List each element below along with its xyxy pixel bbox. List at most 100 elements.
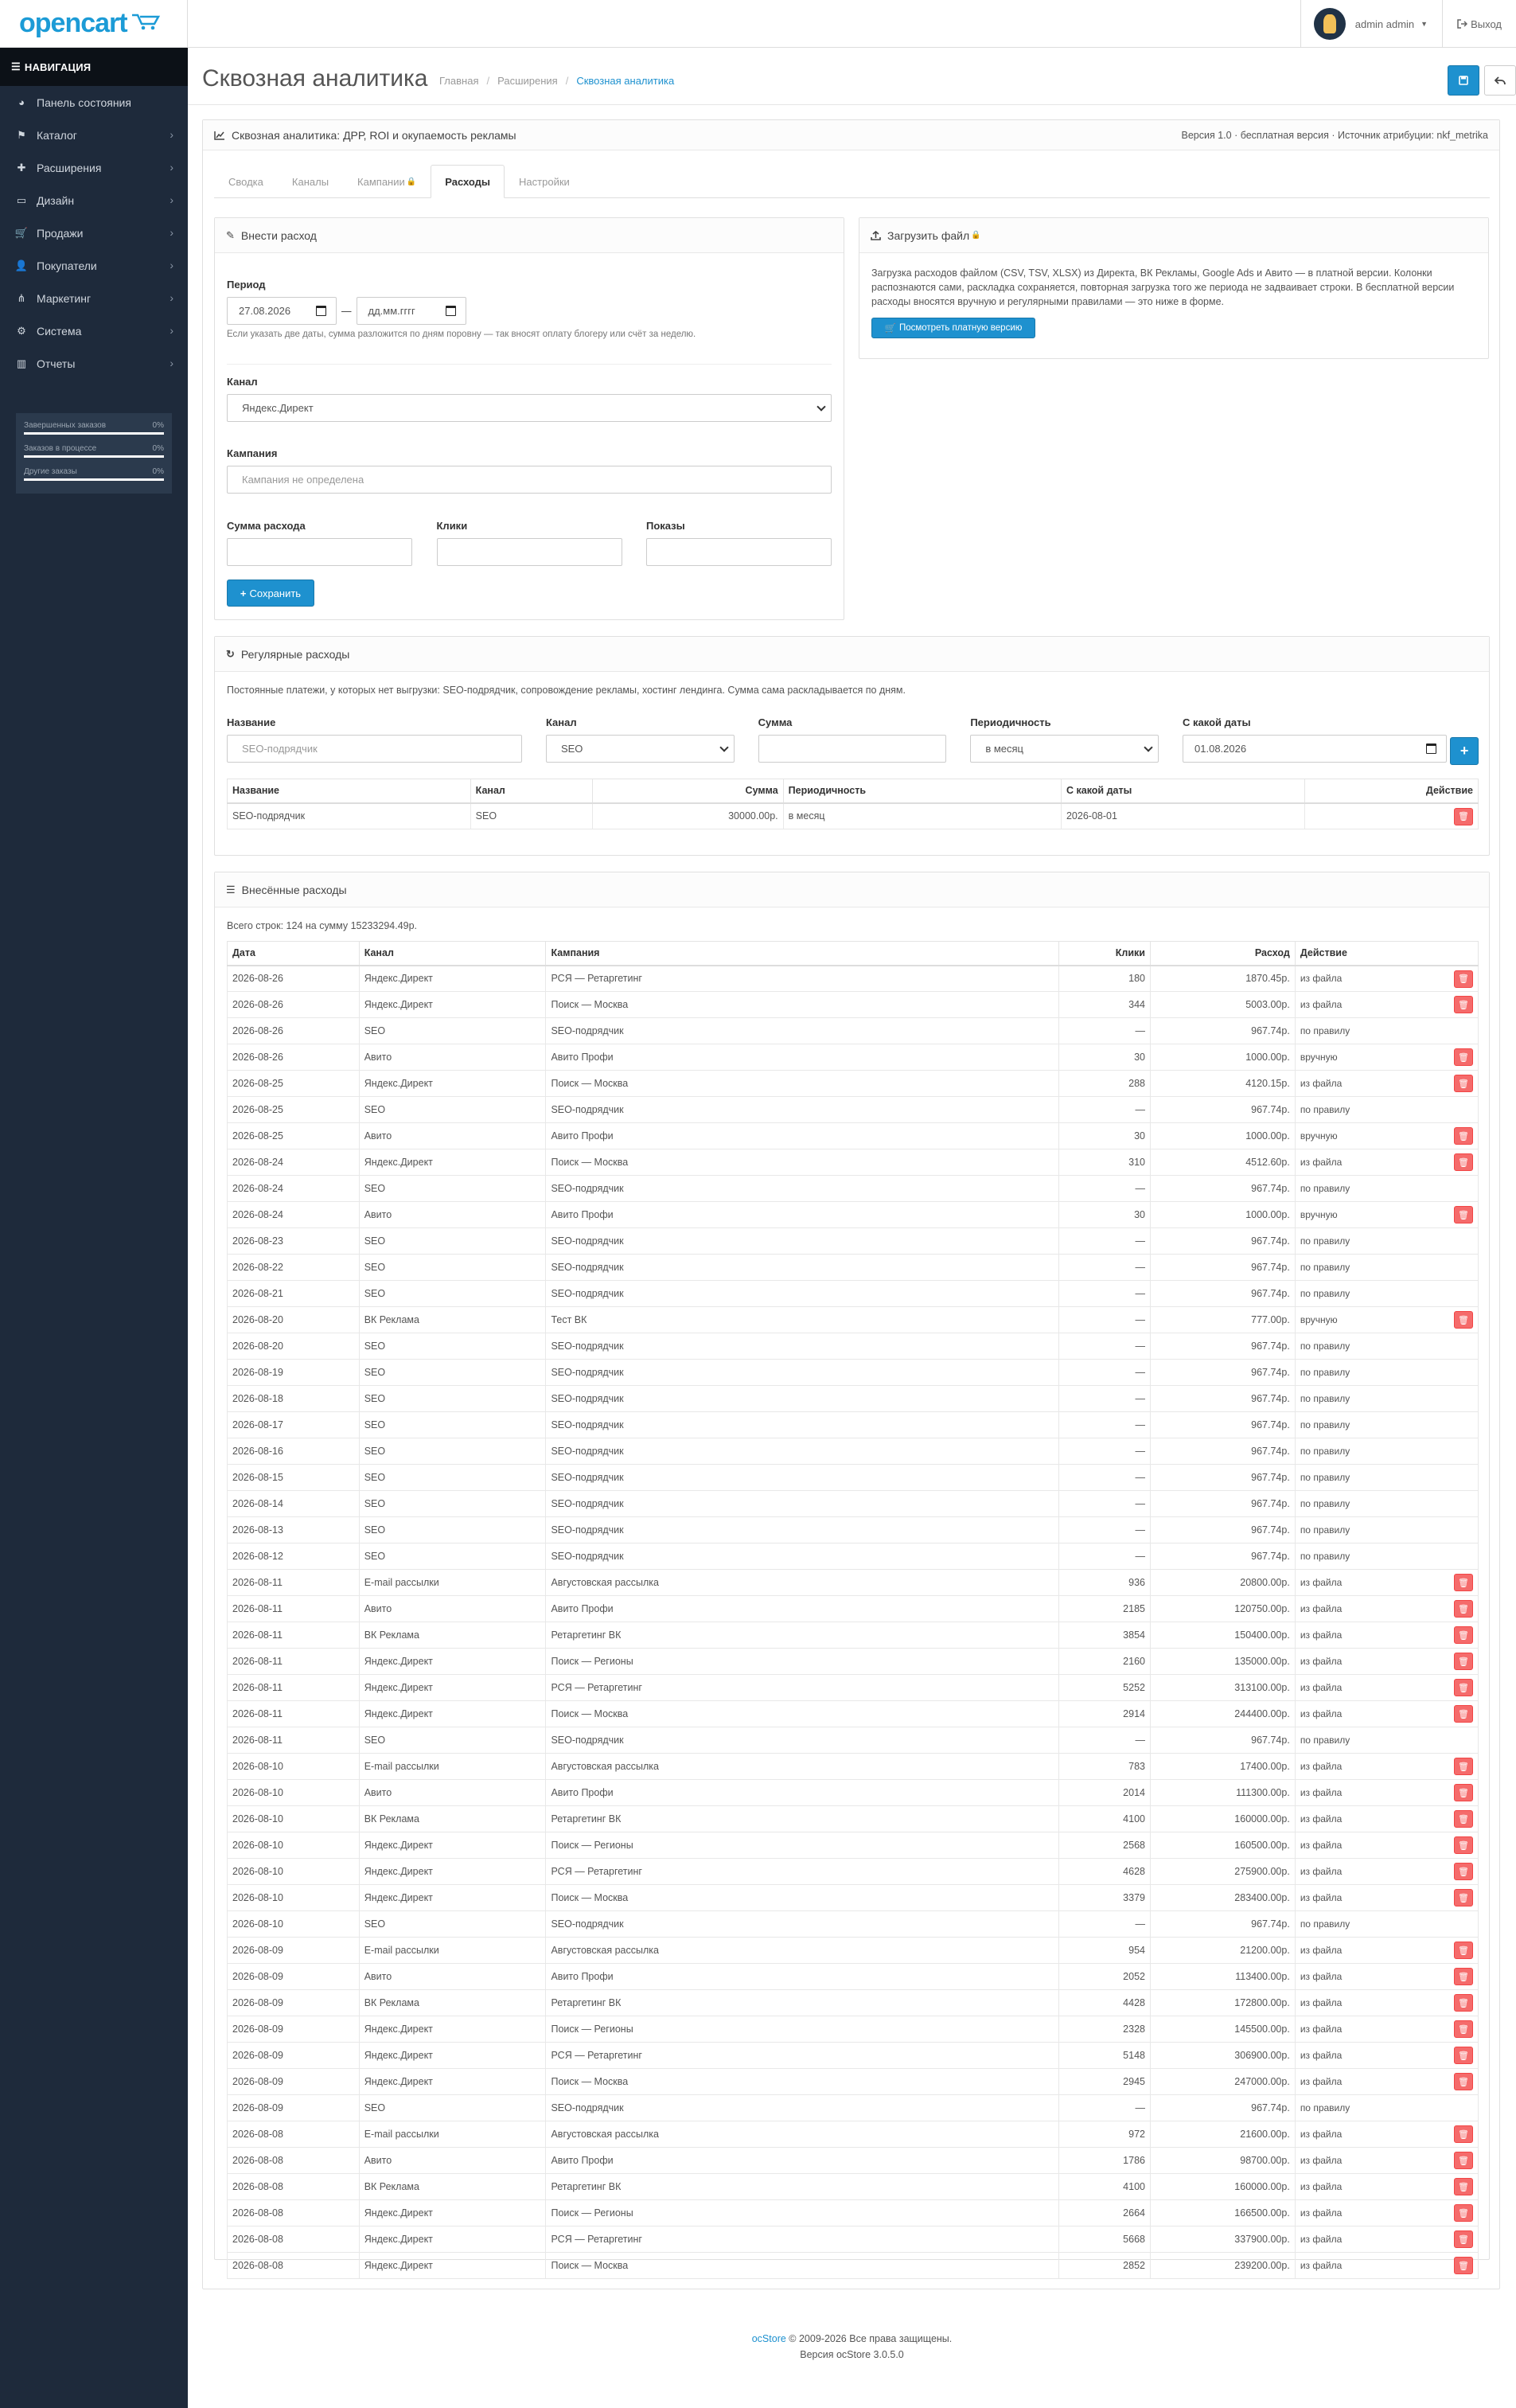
delete-button[interactable]: 🗑 bbox=[1454, 1968, 1473, 1985]
period-dash: — bbox=[341, 305, 352, 317]
sidebar-item-1[interactable]: ⚑ Каталог › bbox=[0, 119, 188, 151]
delete-button[interactable]: 🗑 bbox=[1454, 1863, 1473, 1880]
entered-cell-clicks: 30 bbox=[1058, 1201, 1151, 1228]
sidebar-item-7[interactable]: ⚙ Система › bbox=[0, 314, 188, 347]
date-to-input[interactable]: дд.мм.гггг bbox=[356, 297, 466, 325]
entered-cell-campaign: Поиск — Москва bbox=[545, 1070, 1059, 1097]
tab-channels[interactable]: Каналы bbox=[278, 165, 343, 198]
paid-version-button[interactable]: 🛒 Посмотреть платную версию bbox=[871, 318, 1035, 338]
tab-expenses[interactable]: Расходы bbox=[431, 165, 505, 198]
rec-channel-select[interactable]: SEO bbox=[545, 735, 735, 763]
entered-cell-cost: 967.74р. bbox=[1149, 1254, 1296, 1281]
delete-button[interactable]: 🗑 bbox=[1454, 2047, 1473, 2064]
delete-button[interactable]: 🗑 bbox=[1454, 1889, 1473, 1906]
entered-cell-action: из файла 🗑 bbox=[1294, 1595, 1479, 1622]
entered-cell-channel: Яндекс.Директ bbox=[358, 1832, 547, 1859]
delete-button[interactable]: 🗑 bbox=[1454, 1600, 1473, 1618]
logo[interactable]: opencart bbox=[0, 0, 188, 48]
entered-col-header: Канал bbox=[358, 941, 547, 966]
entered-cell-cost: 98700.00р. bbox=[1149, 2147, 1296, 2174]
rec-since-input[interactable]: 01.08.2026 bbox=[1183, 735, 1448, 763]
add-recurring-button[interactable]: + bbox=[1450, 737, 1479, 765]
impressions-input[interactable] bbox=[646, 538, 832, 566]
delete-button[interactable]: 🗑 bbox=[1454, 996, 1473, 1013]
sidebar-item-6[interactable]: ⋔ Маркетинг › bbox=[0, 282, 188, 314]
delete-button[interactable]: 🗑 bbox=[1454, 1942, 1473, 1959]
delete-button[interactable]: 🗑 bbox=[1454, 1311, 1473, 1329]
delete-button[interactable]: 🗑 bbox=[1454, 1810, 1473, 1828]
amount-input[interactable] bbox=[227, 538, 412, 566]
entered-cell-action: из файла 🗑 bbox=[1294, 1832, 1479, 1859]
entered-cell-cost: 244400.00р. bbox=[1149, 1700, 1296, 1727]
footer-brand-link[interactable]: ocStore bbox=[752, 2333, 786, 2344]
delete-button[interactable]: 🗑 bbox=[1454, 2020, 1473, 2038]
delete-button[interactable]: 🗑 bbox=[1454, 1705, 1473, 1723]
entered-cell-clicks: — bbox=[1058, 1333, 1151, 1360]
delete-button[interactable]: 🗑 bbox=[1454, 2125, 1473, 2143]
delete-button[interactable]: 🗑 bbox=[1454, 2073, 1473, 2090]
period-label: Период bbox=[227, 279, 266, 291]
delete-button[interactable]: 🗑 bbox=[1454, 970, 1473, 988]
breadcrumb-home[interactable]: Главная bbox=[439, 75, 478, 87]
entered-cell-clicks: 30 bbox=[1058, 1122, 1151, 1149]
delete-button[interactable]: 🗑 bbox=[1454, 1075, 1473, 1092]
date-from-input[interactable]: 27.08.2026 bbox=[227, 297, 337, 325]
tab-summary[interactable]: Сводка bbox=[214, 165, 278, 198]
rec-cell-since: 2026-08-01 bbox=[1060, 802, 1305, 829]
delete-button[interactable]: 🗑 bbox=[1454, 1679, 1473, 1696]
entered-cell-clicks: 954 bbox=[1058, 1937, 1151, 1964]
delete-button[interactable]: 🗑 bbox=[1454, 1758, 1473, 1775]
entered-heading: ☰ Внесённые расходы bbox=[215, 872, 1489, 907]
delete-button[interactable]: 🗑 bbox=[1454, 1836, 1473, 1854]
source-label: по правилу bbox=[1300, 1524, 1350, 1536]
delete-button[interactable]: 🗑 bbox=[1454, 1206, 1473, 1224]
sidebar-item-4[interactable]: 🛒 Продажи › bbox=[0, 217, 188, 249]
back-button[interactable] bbox=[1484, 65, 1516, 96]
delete-button[interactable]: 🗑 bbox=[1454, 2204, 1473, 2222]
nav-header: ☰ НАВИГАЦИЯ bbox=[0, 48, 188, 86]
rec-period-select[interactable]: в месяц bbox=[970, 735, 1159, 763]
delete-button[interactable]: 🗑 bbox=[1454, 1653, 1473, 1670]
delete-button[interactable]: 🗑 bbox=[1454, 2230, 1473, 2248]
table-row: 2026-08-09 Яндекс.Директ Поиск — Москва 294… bbox=[227, 2068, 1479, 2095]
delete-button[interactable]: 🗑 bbox=[1454, 2257, 1473, 2274]
delete-button[interactable]: 🗑 bbox=[1454, 1153, 1473, 1171]
save-button[interactable] bbox=[1448, 65, 1479, 96]
delete-button[interactable]: 🗑 bbox=[1454, 807, 1473, 825]
delete-button[interactable]: 🗑 bbox=[1454, 1048, 1473, 1066]
rec-name-input[interactable]: SEO-подрядчик bbox=[227, 735, 522, 763]
source-label: из файла bbox=[1300, 2155, 1343, 2166]
entered-cell-clicks: 2852 bbox=[1058, 2252, 1151, 2279]
sidebar-item-0[interactable]: ◕ Панель состояния bbox=[0, 86, 188, 119]
sidebar-item-8[interactable]: ▥ Отчеты › bbox=[0, 347, 188, 380]
delete-button[interactable]: 🗑 bbox=[1454, 2152, 1473, 2169]
delete-button[interactable]: 🗑 bbox=[1454, 1574, 1473, 1591]
clicks-input[interactable] bbox=[436, 538, 622, 566]
entered-cell-action: из файла 🗑 bbox=[1294, 2042, 1479, 2069]
campaign-input[interactable]: Кампания не определена bbox=[227, 466, 832, 494]
entered-cell-clicks: 344 bbox=[1058, 991, 1151, 1018]
source-label: по правилу bbox=[1300, 1367, 1350, 1378]
entered-cell-date: 2026-08-17 bbox=[227, 1411, 360, 1438]
entered-cell-action: из файла 🗑 bbox=[1294, 1753, 1479, 1780]
breadcrumb-extensions[interactable]: Расширения bbox=[497, 75, 558, 87]
delete-button[interactable]: 🗑 bbox=[1454, 2178, 1473, 2195]
channel-select[interactable]: Яндекс.Директ bbox=[227, 394, 832, 422]
tab-settings[interactable]: Настройки bbox=[505, 165, 584, 198]
sidebar-item-2[interactable]: ✚ Расширения › bbox=[0, 151, 188, 184]
sidebar-item-5[interactable]: 👤 Покупатели › bbox=[0, 249, 188, 282]
entered-cell-campaign: Поиск — Москва bbox=[545, 2252, 1059, 2279]
sidebar-item-3[interactable]: ▭ Дизайн › bbox=[0, 184, 188, 217]
delete-button[interactable]: 🗑 bbox=[1454, 1994, 1473, 2012]
logout-link[interactable]: Выход bbox=[1442, 0, 1516, 48]
entered-cell-clicks: — bbox=[1058, 1411, 1151, 1438]
delete-button[interactable]: 🗑 bbox=[1454, 1626, 1473, 1644]
tab-campaigns[interactable]: Кампании 🔒 bbox=[343, 165, 431, 198]
breadcrumb-current[interactable]: Сквозная аналитика bbox=[576, 75, 674, 87]
sidebar-item-label: Продажи bbox=[37, 226, 84, 240]
save-expense-button[interactable]: + Сохранить bbox=[227, 580, 314, 607]
rec-amount-input[interactable] bbox=[758, 735, 947, 763]
delete-button[interactable]: 🗑 bbox=[1454, 1784, 1473, 1801]
delete-button[interactable]: 🗑 bbox=[1454, 1127, 1473, 1145]
user-menu[interactable]: admin admin ▼ bbox=[1300, 0, 1442, 48]
